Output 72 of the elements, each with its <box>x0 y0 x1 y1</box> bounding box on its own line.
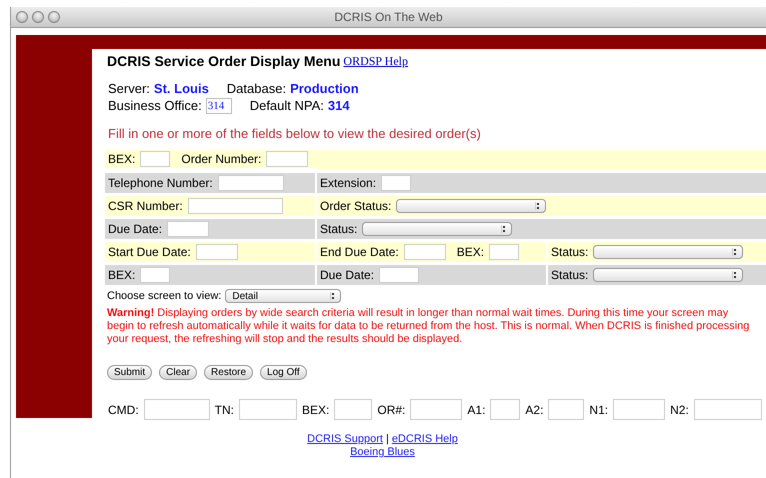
text-field[interactable] <box>140 151 170 167</box>
database-label: Database: <box>226 81 286 96</box>
dropdown[interactable] <box>593 268 744 282</box>
text-field[interactable] <box>144 399 210 420</box>
text-field[interactable] <box>239 399 298 420</box>
text-field[interactable] <box>167 221 210 237</box>
field-label: Due Date: <box>320 268 374 282</box>
window-control-icon[interactable] <box>32 11 44 23</box>
screen-dropdown[interactable]: Detail <box>225 289 342 303</box>
server-label: Server: <box>108 81 150 96</box>
field-label: A2: <box>525 402 544 416</box>
field-label: Order Status: <box>320 199 392 213</box>
text-field[interactable] <box>490 399 520 420</box>
field-label: A1: <box>467 402 486 416</box>
business-office-field[interactable]: 314 <box>206 98 232 114</box>
text-field[interactable] <box>548 399 584 420</box>
text-field[interactable] <box>334 399 372 420</box>
instruction-text: Fill in one or more of the fields below to view the desired order(s) <box>108 126 482 143</box>
field-label: Status: <box>551 245 588 259</box>
text-field[interactable] <box>218 175 284 191</box>
text-field[interactable] <box>694 399 762 420</box>
dropdown[interactable] <box>593 245 744 259</box>
default-npa-label: Default NPA: <box>250 98 324 113</box>
footer-link[interactable]: Boeing Blues <box>350 446 415 459</box>
window-title: DCRIS On The Web <box>334 10 443 24</box>
field-label: Extension: <box>320 176 376 190</box>
field-label: Status: <box>551 268 588 282</box>
field-label: BEX: <box>456 245 484 259</box>
screen-choice-label: Choose screen to view: <box>107 290 222 302</box>
field-label: CMD: <box>108 402 139 416</box>
field-label: Telephone Number: <box>108 176 213 190</box>
link-separator: | <box>386 433 389 446</box>
text-field[interactable] <box>188 198 283 214</box>
form-button[interactable]: Restore <box>204 365 254 380</box>
text-field[interactable] <box>410 399 462 420</box>
database-value: Production <box>290 81 359 96</box>
window-control-icon[interactable] <box>16 11 28 23</box>
form-button[interactable]: Clear <box>159 365 198 380</box>
form-button[interactable]: Submit <box>107 365 152 380</box>
field-label: BEX: <box>302 402 330 416</box>
form-button[interactable]: Log Off <box>260 365 307 380</box>
business-office-label: Business Office: <box>108 98 202 113</box>
footer-link[interactable]: eDCRIS Help <box>392 433 458 446</box>
footer-link[interactable]: DCRIS Support <box>307 433 383 446</box>
field-label: Start Due Date: <box>108 245 191 259</box>
text-field[interactable] <box>489 244 520 260</box>
help-link[interactable]: ORDSP Help <box>343 54 408 68</box>
field-label: N2: <box>670 402 689 416</box>
window-control-icon[interactable] <box>48 11 60 23</box>
field-label: TN: <box>214 402 234 416</box>
field-label: BEX: <box>108 268 136 282</box>
field-label: N1: <box>589 402 608 416</box>
field-label: Due Date: <box>108 222 162 236</box>
server-value: St. Louis <box>154 81 209 96</box>
text-field[interactable] <box>613 399 666 420</box>
text-field[interactable] <box>140 267 170 283</box>
warning-text: Warning! Displaying orders by wide search criteria will result in longer than normal wait times. During this time your screen may begin to refresh automatically while it waits for data to be returned from the host. This is normal. When DCRIS is finished processing your request, the refreshing will stop and the results should be displayed. <box>107 307 750 346</box>
field-label: Status: <box>320 222 358 236</box>
field-label: CSR Number: <box>108 199 183 213</box>
text-field[interactable] <box>196 244 238 260</box>
field-label: BEX: <box>108 152 136 166</box>
dropdown[interactable] <box>362 222 512 236</box>
text-field[interactable] <box>404 244 446 260</box>
field-label: OR#: <box>377 402 406 416</box>
default-npa-value: 314 <box>328 98 350 113</box>
field-label: Order Number: <box>181 152 262 166</box>
page-title: DCRIS Service Order Display Menu <box>107 53 340 69</box>
text-field[interactable] <box>381 175 412 191</box>
text-field[interactable] <box>266 151 308 167</box>
dropdown[interactable] <box>396 199 546 213</box>
text-field[interactable] <box>379 267 420 283</box>
field-label: End Due Date: <box>320 245 399 259</box>
